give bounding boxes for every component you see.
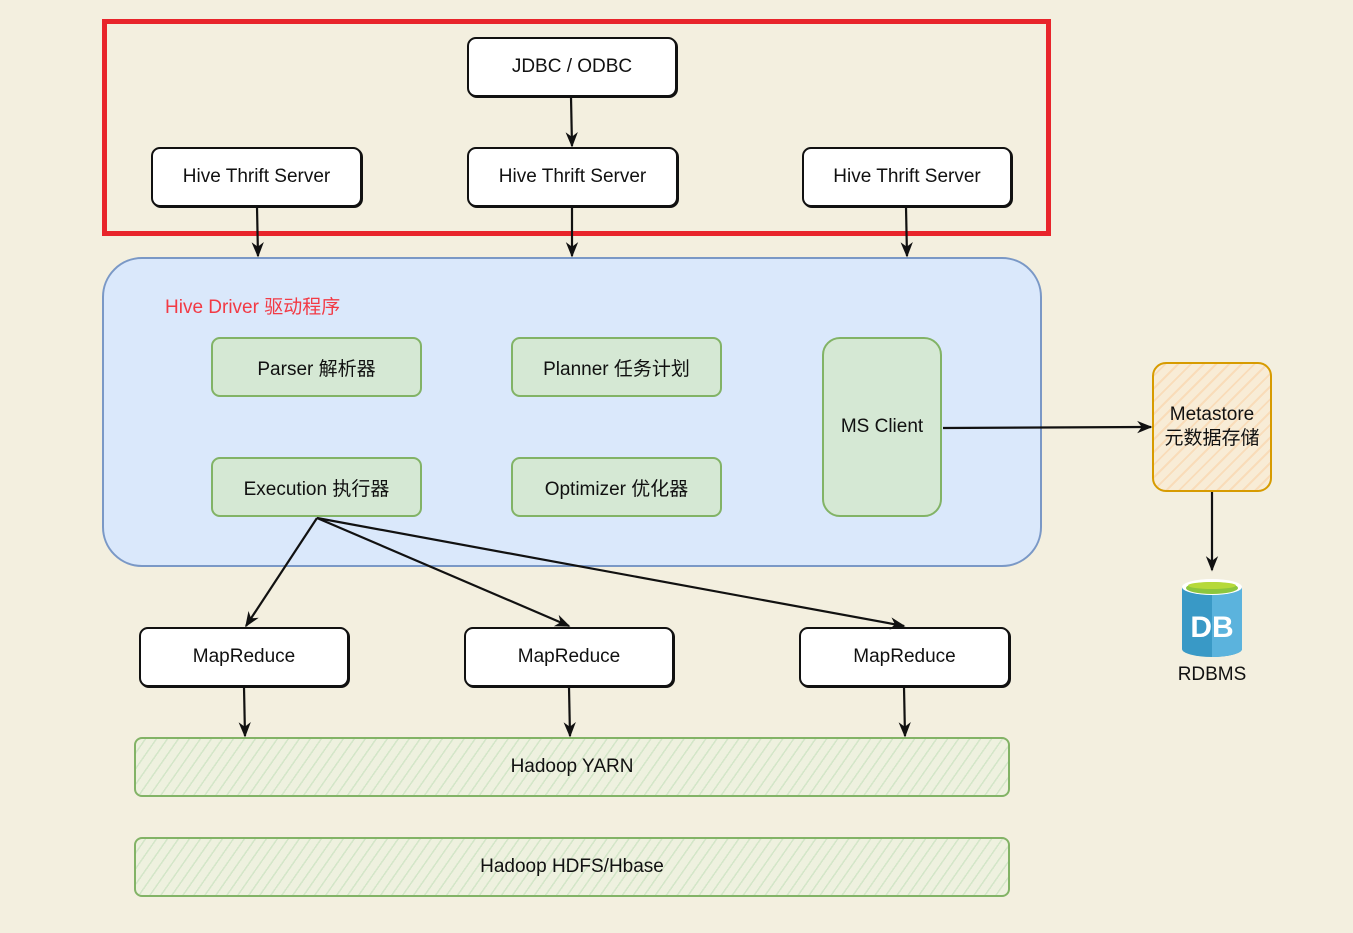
mapreduce-node-1[interactable]: MapReduce	[139, 627, 349, 687]
execution-node[interactable]: Execution 执行器	[211, 457, 422, 517]
thrift-server-node-2[interactable]: Hive Thrift Server	[467, 147, 678, 207]
database-icon: DB	[1182, 579, 1242, 657]
hive-driver-title: Hive Driver 驱动程序	[165, 297, 341, 318]
optimizer-node[interactable]: Optimizer 优化器	[511, 457, 722, 517]
parser-node[interactable]: Parser 解析器	[211, 337, 422, 397]
thrift-server-label: Hive Thrift Server	[182, 166, 331, 187]
execution-label: Execution 执行器	[243, 478, 390, 500]
hadoop-yarn-layer[interactable]: Hadoop YARN	[134, 737, 1010, 797]
thrift-server-node-1[interactable]: Hive Thrift Server	[151, 147, 362, 207]
jdbc-odbc-label: JDBC / ODBC	[511, 56, 633, 77]
metastore-node[interactable]: Metastore 元数据存储	[1152, 362, 1272, 492]
planner-node[interactable]: Planner 任务计划	[511, 337, 722, 397]
mapreduce-label: MapReduce	[853, 646, 956, 667]
mapreduce-label: MapReduce	[192, 646, 296, 667]
planner-label: Planner 任务计划	[543, 358, 690, 380]
metastore-label: Metastore	[1169, 404, 1255, 425]
parser-label: Parser 解析器	[257, 358, 376, 380]
arrow-mr1-to-yarn	[238, 686, 251, 738]
arrow-mr3-to-yarn	[898, 686, 911, 738]
hadoop-hdfs-label: Hadoop HDFS/Hbase	[480, 856, 664, 877]
thrift-server-label: Hive Thrift Server	[833, 166, 981, 187]
mapreduce-node-3[interactable]: MapReduce	[799, 627, 1010, 687]
hadoop-hdfs-layer[interactable]: Hadoop HDFS/Hbase	[134, 837, 1010, 897]
mapreduce-label: MapReduce	[517, 646, 621, 667]
hadoop-yarn-label: Hadoop YARN	[510, 756, 634, 777]
mapreduce-node-2[interactable]: MapReduce	[464, 627, 674, 687]
metastore-sublabel: 元数据存储	[1164, 428, 1260, 449]
thrift-server-label: Hive Thrift Server	[498, 166, 647, 187]
ms-client-label: MS Client	[840, 416, 924, 437]
arrow-mr2-to-yarn	[563, 686, 576, 738]
ms-client-node[interactable]: MS Client	[822, 337, 942, 517]
rdbms-label: RDBMS	[1177, 664, 1247, 685]
database-icon-text: DB	[1190, 611, 1233, 644]
optimizer-label: Optimizer 优化器	[544, 478, 689, 500]
jdbc-odbc-node[interactable]: JDBC / ODBC	[467, 37, 677, 97]
thrift-server-node-3[interactable]: Hive Thrift Server	[802, 147, 1012, 207]
